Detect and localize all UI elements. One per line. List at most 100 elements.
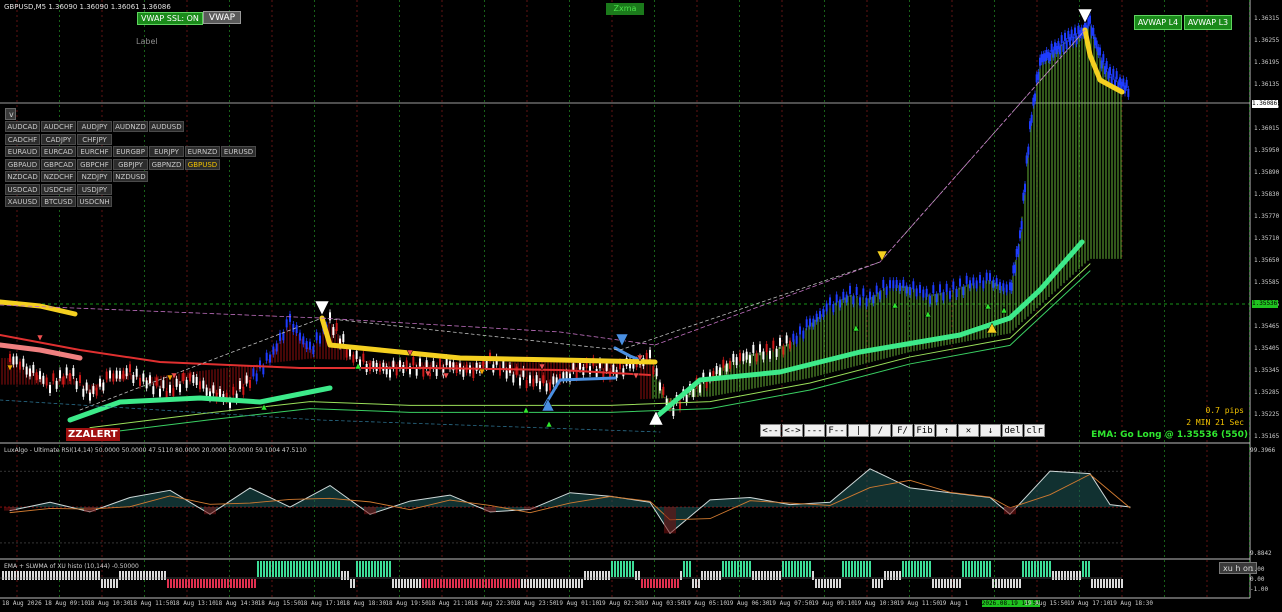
symbol-button-eurgbp[interactable]: EURGBP <box>113 146 148 157</box>
histo-bar <box>200 579 202 588</box>
symbol-button-audusd[interactable]: AUDUSD <box>149 121 184 132</box>
time-axis-label: 19 Aug 02:30 <box>598 600 642 607</box>
ema-signal-text: EMA: Go Long @ 1.35536 (550) <box>1091 430 1248 440</box>
symbol-button-audjpy[interactable]: AUDJPY <box>77 121 112 132</box>
candle-body <box>302 336 305 345</box>
symbol-button-gbpnzd[interactable]: GBPNZD <box>149 158 184 170</box>
histo-bar <box>572 579 574 588</box>
toolbar-button-5[interactable]: / <box>870 424 891 437</box>
histo-bar <box>89 571 91 580</box>
price-axis-label: 1.35165 <box>1254 433 1280 440</box>
histo-bar <box>779 571 781 580</box>
symbol-button-chfjpy[interactable]: CHFJPY <box>77 133 112 145</box>
symbol-button-btcusd[interactable]: BTCUSD <box>41 196 76 207</box>
histo-bar <box>1100 579 1102 588</box>
symbol-button-nzdusd[interactable]: NZDUSD <box>113 171 148 182</box>
symbol-button-eurjpy[interactable]: EURJPY <box>149 146 184 157</box>
symbol-button-cadchf[interactable]: CADCHF <box>5 133 40 145</box>
time-axis-label: 18 Aug 23:50 <box>513 600 557 607</box>
candle-body <box>992 279 995 288</box>
toolbar-button-8[interactable]: ↑ <box>936 424 957 437</box>
candle-body <box>1017 246 1020 255</box>
histo-bar <box>872 579 874 588</box>
symbol-button-audnzd[interactable]: AUDNZD <box>113 121 148 132</box>
symbol-button-eurchf[interactable]: EURCHF <box>77 146 112 157</box>
symbol-button-gbpaud[interactable]: GBPAUD <box>5 158 40 170</box>
candle-body <box>172 388 175 397</box>
histo-bar <box>893 571 895 580</box>
histo-bar <box>662 579 664 588</box>
histo-bar <box>230 579 232 588</box>
toolbar-button-11[interactable]: del <box>1002 424 1023 437</box>
toolbar-button-7[interactable]: Fib <box>914 424 935 437</box>
price-chart[interactable] <box>0 0 1282 612</box>
candle-body <box>99 378 101 387</box>
symbol-button-usdchf[interactable]: USDCHF <box>41 183 76 195</box>
histo-bar <box>605 571 607 580</box>
histo-bar <box>290 561 292 577</box>
symbol-button-gbpcad[interactable]: GBPCAD <box>41 158 76 170</box>
histo-bar <box>398 579 400 588</box>
symbol-button-cadjpy[interactable]: CADJPY <box>41 133 76 145</box>
symbol-button-audcad[interactable]: AUDCAD <box>5 121 40 132</box>
histo-bar <box>926 561 928 577</box>
histo-bar <box>695 579 697 588</box>
histo-bar <box>686 561 688 577</box>
histo-bar <box>176 579 178 588</box>
symbol-button-nzdcad[interactable]: NZDCAD <box>5 171 40 182</box>
histo-bar <box>548 579 550 588</box>
histo-bar <box>1112 579 1114 588</box>
candle-body <box>92 386 95 395</box>
avwap-l4-button[interactable]: AVWAP L4 <box>1134 15 1182 30</box>
histo-bar <box>407 579 409 588</box>
candle-body <box>1115 71 1118 80</box>
price-axis-label: 1.35710 <box>1254 235 1280 242</box>
histo-bar <box>659 579 661 588</box>
avwap-l3-button[interactable]: AVWAP L3 <box>1184 15 1232 30</box>
candle-body <box>822 308 825 317</box>
minor-buy-arrow <box>1000 306 1008 314</box>
symbol-button-usdjpy[interactable]: USDJPY <box>77 183 112 195</box>
symbol-button-gbpchf[interactable]: GBPCHF <box>77 158 112 170</box>
toolbar-button-2[interactable]: --- <box>804 424 825 437</box>
vwap-ssl-toggle-button[interactable]: VWAP SSL: ON <box>137 12 203 25</box>
histo-bar <box>188 579 190 588</box>
toolbar-button-0[interactable]: <-- <box>760 424 781 437</box>
histo-bar <box>227 579 229 588</box>
histo-bar <box>896 571 898 580</box>
histo-bar <box>983 561 985 577</box>
candle-body <box>1102 54 1105 63</box>
toolbar-button-3[interactable]: F-- <box>826 424 847 437</box>
histo-bar <box>5 571 7 580</box>
toolbar-button-9[interactable]: ✕ <box>958 424 979 437</box>
toolbar-button-12[interactable]: clr <box>1024 424 1045 437</box>
histo-bar <box>503 579 505 588</box>
histo-bar <box>104 579 106 588</box>
symbol-panel-collapse-button[interactable]: v <box>5 108 16 120</box>
histo-bar <box>974 561 976 577</box>
candle-body <box>9 353 11 362</box>
symbol-button-eurusd[interactable]: EURUSD <box>221 146 256 157</box>
time-axis-label: 18 Aug 19:50 <box>385 600 429 607</box>
vwap-button[interactable]: VWAP <box>203 11 241 24</box>
toolbar-button-10[interactable]: ↓ <box>980 424 1001 437</box>
toolbar-button-6[interactable]: F/ <box>892 424 913 437</box>
toolbar-button-1[interactable]: <-> <box>782 424 803 437</box>
symbol-button-audchf[interactable]: AUDCHF <box>41 121 76 132</box>
histo-bar <box>1013 579 1015 588</box>
symbol-button-eurnzd[interactable]: EURNZD <box>185 146 220 157</box>
symbol-button-gbpjpy[interactable]: GBPJPY <box>113 158 148 170</box>
symbol-button-xauusd[interactable]: XAUUSD <box>5 196 40 207</box>
symbol-button-nzdchf[interactable]: NZDCHF <box>41 171 76 182</box>
symbol-button-nzdjpy[interactable]: NZDJPY <box>77 171 112 182</box>
candle-body <box>752 344 755 353</box>
symbol-button-usdcad[interactable]: USDCAD <box>5 183 40 195</box>
time-axis-label: 18 Aug 14:30 <box>215 600 259 607</box>
symbol-button-usdcnh[interactable]: USDCNH <box>77 196 112 207</box>
symbol-button-euraud[interactable]: EURAUD <box>5 146 40 157</box>
toolbar-button-4[interactable]: | <box>848 424 869 437</box>
histo-bar <box>23 571 25 580</box>
symbol-button-gbpusd[interactable]: GBPUSD <box>185 158 220 170</box>
candle-body <box>309 341 311 350</box>
symbol-button-eurcad[interactable]: EURCAD <box>41 146 76 157</box>
